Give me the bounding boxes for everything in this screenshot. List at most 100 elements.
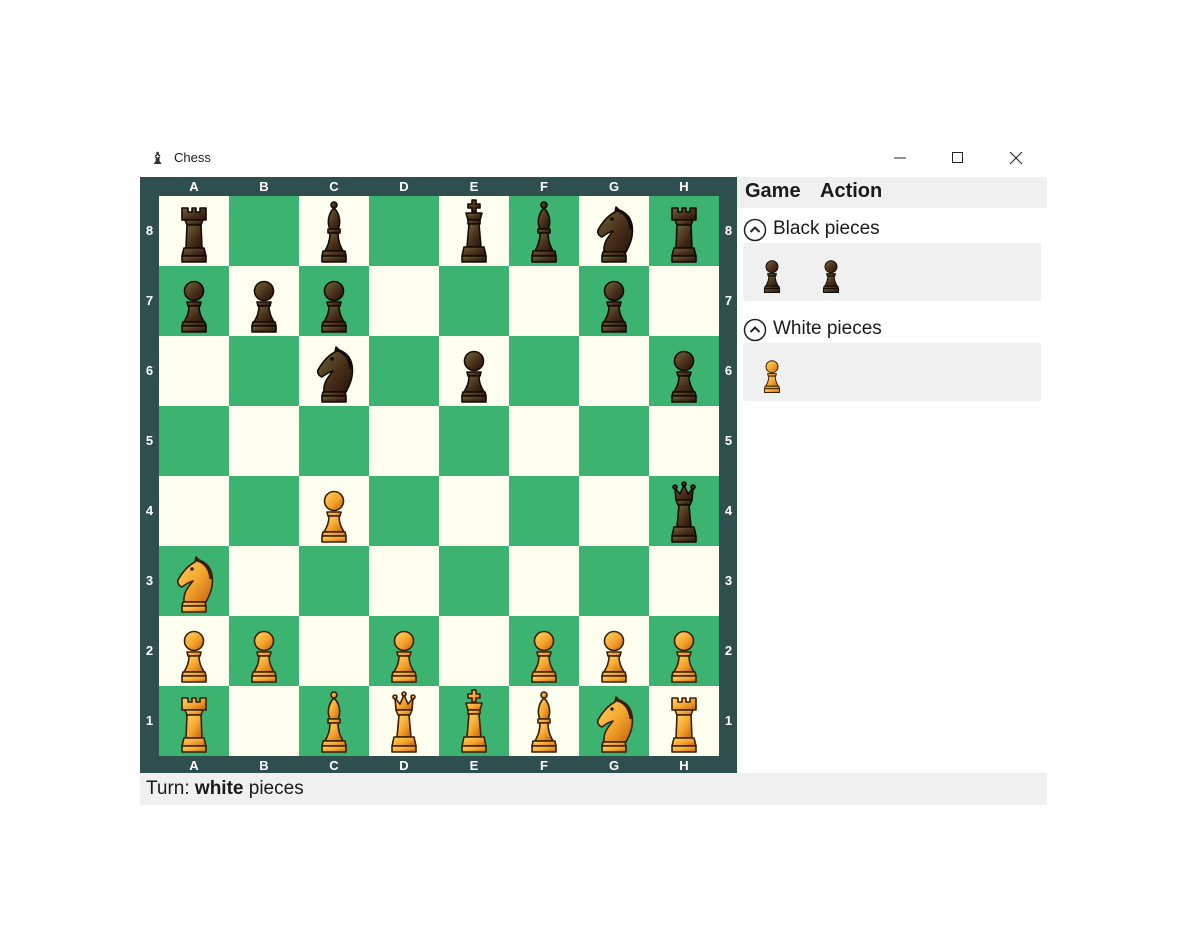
- square-e7[interactable]: [439, 266, 509, 336]
- square-g1[interactable]: [579, 686, 649, 756]
- square-f5[interactable]: [509, 406, 579, 476]
- square-e2[interactable]: [439, 616, 509, 686]
- piece-black-king[interactable]: [439, 196, 509, 266]
- square-e4[interactable]: [439, 476, 509, 546]
- square-g6[interactable]: [579, 336, 649, 406]
- title-bar[interactable]: ♝ Chess: [140, 140, 1047, 177]
- menu-action[interactable]: Action: [820, 180, 882, 203]
- piece-white-rook[interactable]: [649, 686, 719, 756]
- piece-white-pawn[interactable]: [509, 616, 579, 686]
- square-h8[interactable]: [649, 196, 719, 266]
- square-c8[interactable]: [299, 196, 369, 266]
- square-g5[interactable]: [579, 406, 649, 476]
- piece-black-queen[interactable]: [649, 476, 719, 546]
- square-b7[interactable]: [229, 266, 299, 336]
- menu-game[interactable]: Game: [745, 180, 801, 203]
- piece-white-pawn[interactable]: [299, 476, 369, 546]
- square-h3[interactable]: [649, 546, 719, 616]
- square-d6[interactable]: [369, 336, 439, 406]
- square-d3[interactable]: [369, 546, 439, 616]
- piece-black-pawn[interactable]: [299, 266, 369, 336]
- square-h1[interactable]: [649, 686, 719, 756]
- square-b8[interactable]: [229, 196, 299, 266]
- square-e8[interactable]: [439, 196, 509, 266]
- piece-white-bishop[interactable]: [299, 686, 369, 756]
- piece-black-bishop[interactable]: [509, 196, 579, 266]
- square-h4[interactable]: [649, 476, 719, 546]
- piece-black-knight[interactable]: [579, 196, 649, 266]
- square-g2[interactable]: [579, 616, 649, 686]
- square-c7[interactable]: [299, 266, 369, 336]
- piece-white-queen[interactable]: [369, 686, 439, 756]
- piece-white-pawn[interactable]: [579, 616, 649, 686]
- piece-white-knight[interactable]: [579, 686, 649, 756]
- square-b5[interactable]: [229, 406, 299, 476]
- maximize-button[interactable]: [929, 140, 987, 177]
- piece-black-bishop[interactable]: [299, 196, 369, 266]
- square-e1[interactable]: [439, 686, 509, 756]
- square-a3[interactable]: [159, 546, 229, 616]
- piece-black-pawn[interactable]: [159, 266, 229, 336]
- black-captured-header[interactable]: Black pieces: [743, 217, 943, 243]
- piece-black-knight[interactable]: [299, 336, 369, 406]
- square-g4[interactable]: [579, 476, 649, 546]
- piece-white-pawn[interactable]: [159, 616, 229, 686]
- square-h6[interactable]: [649, 336, 719, 406]
- square-g8[interactable]: [579, 196, 649, 266]
- piece-black-rook[interactable]: [159, 196, 229, 266]
- square-a5[interactable]: [159, 406, 229, 476]
- square-g7[interactable]: [579, 266, 649, 336]
- square-c4[interactable]: [299, 476, 369, 546]
- square-d7[interactable]: [369, 266, 439, 336]
- piece-black-pawn[interactable]: [439, 336, 509, 406]
- piece-black-pawn[interactable]: [649, 336, 719, 406]
- square-f4[interactable]: [509, 476, 579, 546]
- chevron-up-icon[interactable]: [743, 218, 767, 242]
- square-c5[interactable]: [299, 406, 369, 476]
- square-c2[interactable]: [299, 616, 369, 686]
- piece-black-pawn[interactable]: [579, 266, 649, 336]
- square-c3[interactable]: [299, 546, 369, 616]
- square-d4[interactable]: [369, 476, 439, 546]
- square-b6[interactable]: [229, 336, 299, 406]
- square-g3[interactable]: [579, 546, 649, 616]
- square-a6[interactable]: [159, 336, 229, 406]
- piece-white-bishop[interactable]: [509, 686, 579, 756]
- piece-black-pawn[interactable]: [229, 266, 299, 336]
- piece-white-pawn[interactable]: [649, 616, 719, 686]
- square-d5[interactable]: [369, 406, 439, 476]
- square-f1[interactable]: [509, 686, 579, 756]
- square-a2[interactable]: [159, 616, 229, 686]
- square-f8[interactable]: [509, 196, 579, 266]
- square-e3[interactable]: [439, 546, 509, 616]
- minimize-button[interactable]: [871, 140, 929, 177]
- square-a4[interactable]: [159, 476, 229, 546]
- square-b4[interactable]: [229, 476, 299, 546]
- square-c6[interactable]: [299, 336, 369, 406]
- piece-white-pawn[interactable]: [369, 616, 439, 686]
- square-f3[interactable]: [509, 546, 579, 616]
- piece-black-rook[interactable]: [649, 196, 719, 266]
- square-c1[interactable]: [299, 686, 369, 756]
- square-f2[interactable]: [509, 616, 579, 686]
- square-b1[interactable]: [229, 686, 299, 756]
- square-d1[interactable]: [369, 686, 439, 756]
- square-f6[interactable]: [509, 336, 579, 406]
- square-a7[interactable]: [159, 266, 229, 336]
- square-b2[interactable]: [229, 616, 299, 686]
- square-h5[interactable]: [649, 406, 719, 476]
- close-button[interactable]: [987, 140, 1045, 177]
- square-d2[interactable]: [369, 616, 439, 686]
- square-a8[interactable]: [159, 196, 229, 266]
- square-a1[interactable]: [159, 686, 229, 756]
- chevron-up-icon[interactable]: [743, 318, 767, 342]
- white-captured-header[interactable]: White pieces: [743, 317, 943, 343]
- square-h7[interactable]: [649, 266, 719, 336]
- square-d8[interactable]: [369, 196, 439, 266]
- square-e5[interactable]: [439, 406, 509, 476]
- piece-white-knight[interactable]: [159, 546, 229, 616]
- square-e6[interactable]: [439, 336, 509, 406]
- piece-white-king[interactable]: [439, 686, 509, 756]
- square-h2[interactable]: [649, 616, 719, 686]
- piece-white-rook[interactable]: [159, 686, 229, 756]
